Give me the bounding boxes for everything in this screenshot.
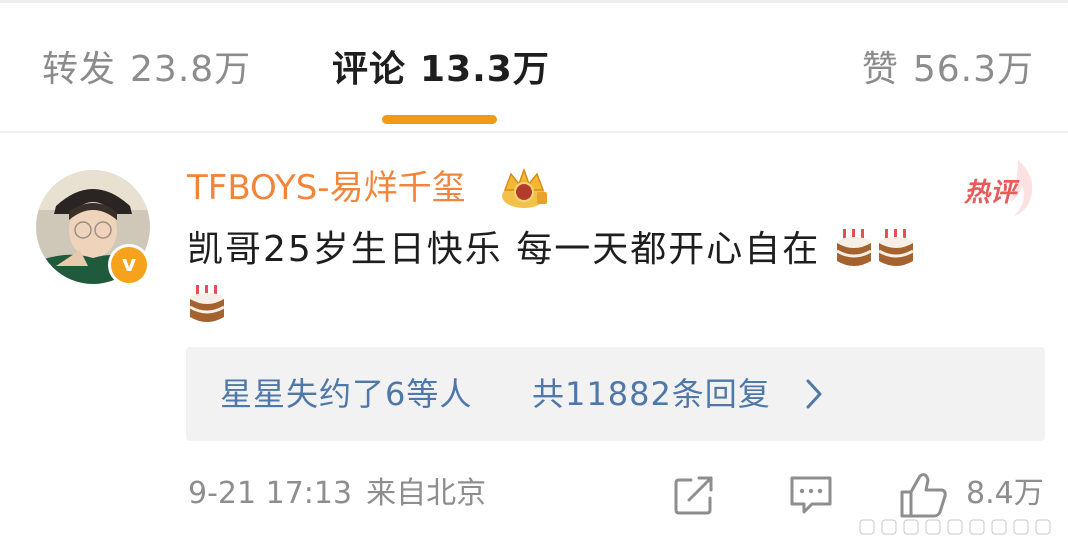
replies-box[interactable]: 星星失约了6等人 共11882条回复 [186,347,1045,441]
tab-likes-label: 赞 [861,49,899,90]
divider [0,131,1068,133]
hot-comment-label: 热评 [964,178,1017,208]
tab-likes-count: 56.3万 [912,49,1034,90]
comment-username[interactable]: TFBOYS-易烊千玺 [187,166,466,210]
comment-meta: 9-21 17:13 来自北京 [188,472,486,516]
reply-users: 星星失约了6等人 [220,375,473,413]
tab-comments-count: 13.3万 [420,49,550,90]
comment-source: 来自北京 [366,476,487,511]
share-icon[interactable] [673,474,717,516]
cake-icon [189,285,225,322]
comment-text: 凯哥25岁生日快乐 每一天都开心自在 [187,222,1027,334]
like-count: 8.4万 [966,476,1044,511]
reply-count-link[interactable]: 共11882条回复 [532,371,771,417]
crown-badge-icon [502,167,547,208]
cake-icon [835,229,872,266]
top-edge [0,0,1068,3]
chevron-right-icon [806,379,822,409]
hot-comment-badge: 热评 [960,158,1040,218]
tab-likes[interactable]: 赞 56.3万 [862,46,1034,94]
comment-timestamp: 9-21 17:13 [188,476,353,511]
cake-icon [877,229,914,266]
tab-comments[interactable]: 评论 13.3万 [332,46,550,94]
comment-icon[interactable] [788,474,834,516]
tab-reposts-label: 转发 [42,49,117,90]
tab-reposts-count: 23.8万 [130,49,252,90]
watermark-strip [859,519,1051,535]
active-tab-indicator [382,115,497,124]
tab-comments-label: 评论 [332,49,407,90]
tab-reposts[interactable]: 转发 23.8万 [42,46,251,94]
comment-body: 凯哥25岁生日快乐 每一天都开心自在 [187,229,821,270]
verified-badge-icon: v [108,244,150,286]
